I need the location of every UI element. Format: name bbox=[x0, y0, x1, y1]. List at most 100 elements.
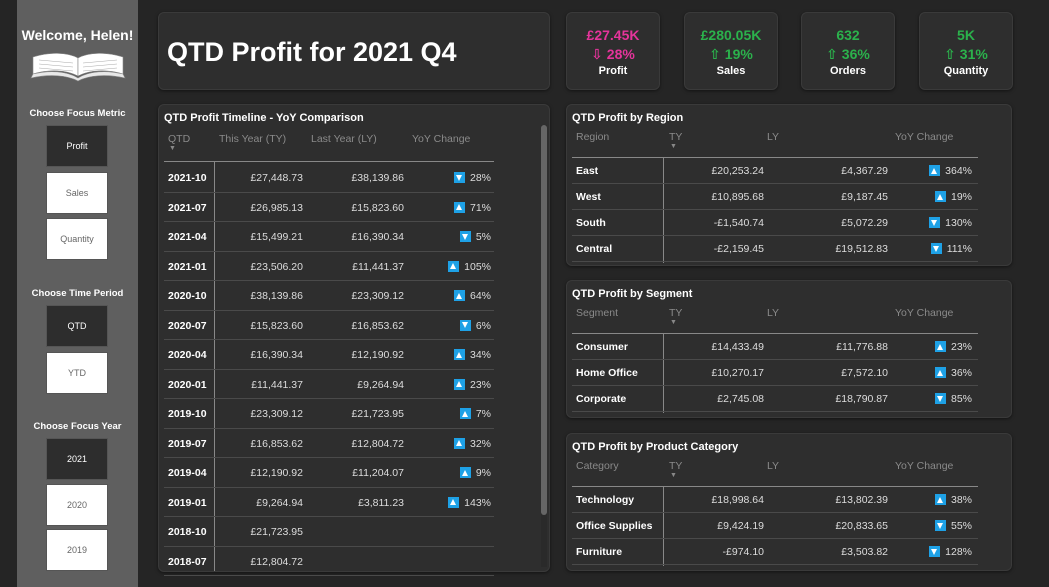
table-row[interactable]: 2020-10 £38,139.86 £23,309.12 64% bbox=[164, 281, 494, 311]
category-table-panel: QTD Profit by Product Category Category … bbox=[566, 433, 1012, 571]
sort-desc-icon[interactable]: ▼ bbox=[670, 143, 677, 150]
sort-desc-icon[interactable]: ▼ bbox=[169, 145, 176, 152]
yoy-change-value: 36% bbox=[950, 367, 972, 379]
kpi-card-sales: £280.05K ⇧ 19% Sales bbox=[684, 12, 778, 90]
arrow-up-icon: ⇧ bbox=[826, 46, 838, 62]
open-book-icon bbox=[30, 53, 126, 82]
region-name-cell: Central bbox=[576, 243, 613, 255]
scrollbar-thumb[interactable] bbox=[541, 125, 547, 515]
triangle-up-icon bbox=[453, 349, 465, 360]
this-year-cell: £9,424.19 bbox=[717, 520, 764, 532]
quarter-cell: 2019-01 bbox=[168, 496, 207, 509]
region-name-cell: East bbox=[576, 165, 599, 177]
table-row[interactable]: South -£1,540.74 £5,072.29 130% bbox=[572, 210, 978, 236]
table-row[interactable]: 2021-07 £26,985.13 £15,823.60 71% bbox=[164, 193, 494, 222]
table-row[interactable]: 2018-10 £21,723.95 bbox=[164, 517, 494, 547]
table-row[interactable]: 2020-01 £11,441.37 £9,264.94 23% bbox=[164, 370, 494, 399]
quarter-cell: 2021-07 bbox=[168, 201, 207, 214]
table-row[interactable]: 2018-07 £12,804.72 bbox=[164, 547, 494, 576]
col-header-ty[interactable]: TY bbox=[669, 131, 682, 143]
yoy-change-value: 34% bbox=[469, 349, 491, 361]
col-header-yoy[interactable]: YoY Change bbox=[412, 133, 470, 145]
col-header-yoy[interactable]: YoY Change bbox=[895, 307, 953, 319]
sort-desc-icon[interactable]: ▼ bbox=[670, 319, 677, 326]
col-header-qtd[interactable]: QTD bbox=[168, 133, 190, 145]
yoy-change-cell: 34% bbox=[453, 349, 491, 361]
category-name-cell: Furniture bbox=[576, 546, 623, 558]
yoy-change-value: 38% bbox=[950, 494, 972, 506]
table-row[interactable]: 2019-07 £16,853.62 £12,804.72 32% bbox=[164, 429, 494, 458]
table-row[interactable]: 2021-10 £27,448.73 £38,139.86 28% bbox=[164, 163, 494, 193]
sort-desc-icon[interactable]: ▼ bbox=[670, 472, 677, 479]
table-row[interactable]: Furniture -£974.10 £3,503.82 128% bbox=[572, 539, 978, 565]
table-row[interactable]: 2021-04 £15,499.21 £16,390.34 5% bbox=[164, 222, 494, 252]
yoy-change-cell: 19% bbox=[934, 191, 972, 203]
this-year-cell: £10,895.68 bbox=[711, 191, 764, 203]
col-header-segment[interactable]: Segment bbox=[576, 307, 618, 319]
this-year-cell: £12,190.92 bbox=[250, 467, 303, 479]
this-year-cell: £14,433.49 bbox=[711, 341, 764, 353]
table-row[interactable]: 2020-04 £16,390.34 £12,190.92 34% bbox=[164, 340, 494, 370]
table-row[interactable]: East £20,253.24 £4,367.29 364% bbox=[572, 158, 978, 184]
yoy-change-value: 64% bbox=[469, 290, 491, 302]
quarter-cell: 2020-01 bbox=[168, 378, 207, 391]
year-2020-button[interactable]: 2020 bbox=[46, 484, 108, 526]
segment-name-cell: Home Office bbox=[576, 367, 638, 379]
table-row[interactable]: Home Office £10,270.17 £7,572.10 36% bbox=[572, 360, 978, 386]
this-year-cell: -£1,540.74 bbox=[713, 217, 764, 229]
col-header-region[interactable]: Region bbox=[576, 131, 609, 143]
col-header-yoy[interactable]: YoY Change bbox=[895, 131, 953, 143]
period-ytd-button[interactable]: YTD bbox=[46, 352, 108, 394]
last-year-cell: £21,723.95 bbox=[351, 408, 404, 420]
table-row[interactable]: 2020-07 £15,823.60 £16,853.62 6% bbox=[164, 311, 494, 340]
col-header-yoy[interactable]: YoY Change bbox=[895, 460, 953, 472]
kpi-label: Profit bbox=[598, 65, 628, 77]
metric-sales-button[interactable]: Sales bbox=[46, 172, 108, 214]
col-header-ly[interactable]: LY bbox=[767, 131, 779, 143]
metric-quantity-button[interactable]: Quantity bbox=[46, 218, 108, 260]
metric-profit-button[interactable]: Profit bbox=[46, 125, 108, 167]
table-row[interactable]: 2019-01 £9,264.94 £3,811.23 143% bbox=[164, 488, 494, 517]
segment-name-cell: Corporate bbox=[576, 393, 627, 405]
table-row[interactable]: Office Supplies £9,424.19 £20,833.65 55% bbox=[572, 513, 978, 539]
last-year-cell: £13,802.39 bbox=[835, 494, 888, 506]
col-header-category[interactable]: Category bbox=[576, 460, 619, 472]
table-row[interactable]: 2019-04 £12,190.92 £11,204.07 9% bbox=[164, 458, 494, 488]
table-row[interactable]: Central -£2,159.45 £19,512.83 111% bbox=[572, 236, 978, 262]
triangle-up-icon bbox=[448, 260, 460, 272]
this-year-cell: £15,823.60 bbox=[250, 319, 303, 332]
triangle-down-icon bbox=[930, 243, 942, 254]
last-year-cell: £4,367.29 bbox=[841, 165, 888, 177]
period-qtd-button[interactable]: QTD bbox=[46, 305, 108, 347]
yoy-change-value: 23% bbox=[950, 341, 972, 353]
col-header-ty[interactable]: This Year (TY) bbox=[219, 133, 286, 145]
time-period-label: Choose Time Period bbox=[31, 288, 124, 299]
table-row[interactable]: West £10,895.68 £9,187.45 19% bbox=[572, 184, 978, 210]
last-year-cell: £12,804.72 bbox=[351, 437, 404, 450]
focus-metric-label: Choose Focus Metric bbox=[29, 108, 126, 119]
col-header-ty[interactable]: TY bbox=[669, 307, 682, 319]
table-row[interactable]: 2019-10 £23,309.12 £21,723.95 7% bbox=[164, 399, 494, 429]
last-year-cell: £5,072.29 bbox=[841, 217, 888, 229]
year-2019-button[interactable]: 2019 bbox=[46, 529, 108, 571]
this-year-cell: £15,499.21 bbox=[250, 231, 303, 243]
col-header-ly[interactable]: Last Year (LY) bbox=[311, 133, 377, 145]
year-2021-button[interactable]: 2021 bbox=[46, 438, 108, 480]
this-year-cell: £12,804.72 bbox=[250, 555, 303, 568]
col-header-ly[interactable]: LY bbox=[767, 460, 779, 472]
table-row[interactable]: Corporate £2,745.08 £18,790.87 85% bbox=[572, 386, 978, 412]
table-row[interactable]: Consumer £14,433.49 £11,776.88 23% bbox=[572, 334, 978, 360]
yoy-change-cell: 6% bbox=[459, 319, 491, 332]
this-year-cell: £9,264.94 bbox=[256, 496, 303, 509]
this-year-cell: -£2,159.45 bbox=[713, 243, 764, 255]
timeline-rows: 2021-10 £27,448.73 £38,139.86 28% 2021-07 £26… bbox=[164, 163, 494, 576]
last-year-cell: £7,572.10 bbox=[841, 367, 888, 379]
yoy-change-cell: 32% bbox=[453, 437, 491, 450]
yoy-change-value: 364% bbox=[945, 165, 972, 177]
yoy-change-value: 19% bbox=[950, 191, 972, 203]
col-header-ly[interactable]: LY bbox=[767, 307, 779, 319]
table-row[interactable]: Technology £18,998.64 £13,802.39 38% bbox=[572, 487, 978, 513]
table-row[interactable]: 2021-01 £23,506.20 £11,441.37 105% bbox=[164, 252, 494, 281]
col-header-ty[interactable]: TY bbox=[669, 460, 682, 472]
triangle-up-icon bbox=[934, 341, 946, 352]
